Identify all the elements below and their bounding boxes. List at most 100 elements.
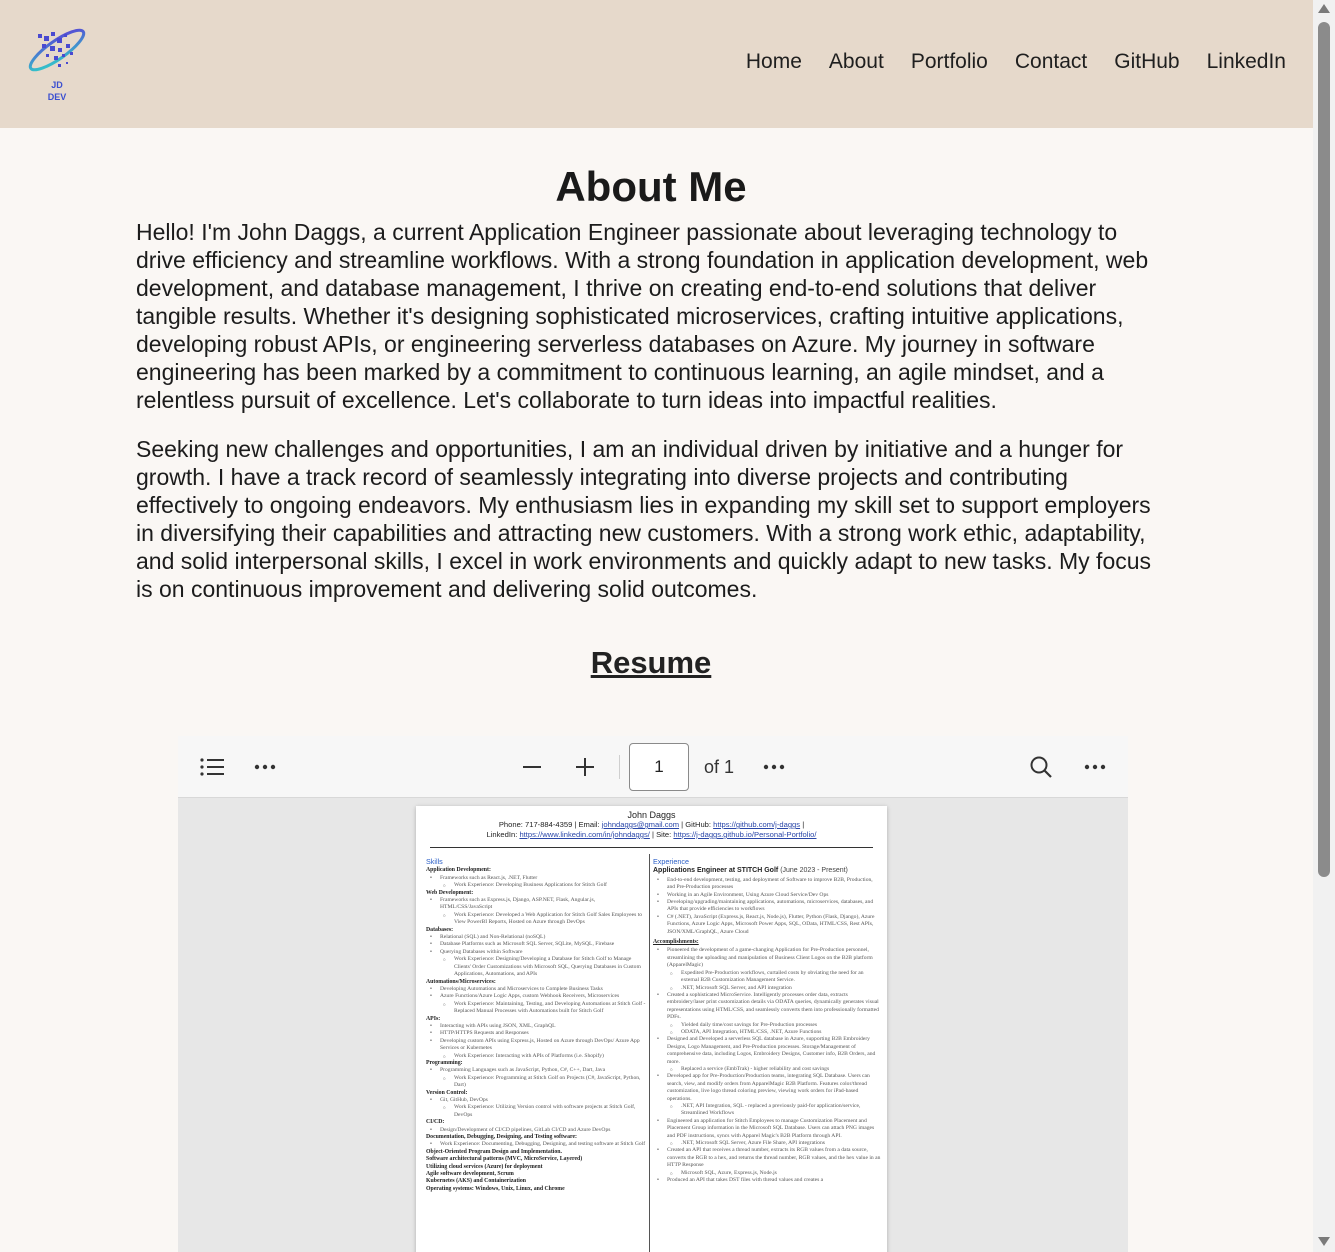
resume-subheading: Programming:: [426, 1059, 463, 1066]
linkedin-link[interactable]: https://www.linkedin.com/in/johndaggs/: [519, 830, 649, 839]
resume-bullet: Pioneered the development of a game-chan…: [653, 947, 881, 969]
resume-bullet: Work Experience: Developing Business App…: [426, 882, 646, 890]
contact-prefix: Phone: 717-884-4359 | Email:: [498, 820, 602, 829]
about-paragraph-2: Seeking new challenges and opportunities…: [136, 436, 1152, 602]
resume-bullet: Working in an Agile Environment, Using A…: [653, 892, 881, 900]
resume-bullet: .NET, Microsoft SQL Server, and API inte…: [653, 985, 881, 993]
resume-bullet: Created a sophisticated MicroService. In…: [653, 992, 881, 1022]
nav-about[interactable]: About: [829, 50, 884, 74]
resume-bullet: Yielded daily time/cost savings for Pre-…: [653, 1022, 881, 1030]
svg-text:JD: JD: [51, 80, 63, 90]
resume-bullet: Developing/upgrading/maintaining applica…: [653, 899, 881, 914]
about-section: About Me Hello! I'm John Daggs, a curren…: [136, 128, 1166, 683]
job-duties-list: End-to-end development, testing, and dep…: [653, 877, 881, 936]
nav-contact[interactable]: Contact: [1015, 50, 1087, 74]
resume-bullet: Created an API that receives a thread nu…: [653, 1147, 881, 1169]
skills-heading: Skills: [426, 857, 443, 866]
linkedin-prefix: LinkedIn:: [486, 830, 520, 839]
about-paragraph-1: Hello! I'm John Daggs, a current Applica…: [136, 219, 1149, 413]
resume-bullet: HTTP/HTTPS Requests and Responses: [426, 1030, 646, 1038]
resume-subheading: Utilizing cloud services (Azure) for dep…: [426, 1163, 543, 1170]
scroll-down-arrow-icon[interactable]: [1318, 1237, 1330, 1246]
nav-portfolio[interactable]: Portfolio: [911, 50, 988, 74]
resume-subheading: Software architectural patterns (MVC, Mi…: [426, 1156, 583, 1163]
more-horizontal-icon[interactable]: [247, 749, 283, 785]
resume-bullet: Frameworks such as Express.js, Django, A…: [426, 897, 646, 912]
job-title-text: Applications Engineer at STITCH Golf: [653, 867, 779, 875]
resume-pdf-page: John Daggs Phone: 717-884-4359 | Email: …: [416, 806, 887, 1252]
resume-bullet: Produced an API that takes DST files wit…: [653, 1177, 881, 1185]
resume-bullet: Work Experience: Developed a Web Applica…: [426, 912, 646, 927]
resume-subheading: CI/CD:: [426, 1119, 445, 1126]
resume-contact-line-1: Phone: 717-884-4359 | Email: johndaggs@g…: [416, 820, 887, 830]
resume-bullet: Developed app for Pre-Production/Product…: [653, 1073, 881, 1103]
zoom-out-minus-icon[interactable]: [514, 749, 550, 785]
resume-subheading: Kubernetes (AKS) and Containerization: [426, 1178, 526, 1185]
resume-bullet: Work Experience: Documenting, Debugging,…: [426, 1141, 646, 1149]
resume-bullet: .NET, API Integration, SQL - replaced a …: [653, 1103, 881, 1118]
github-link[interactable]: https://github.com/j-daggs: [713, 820, 800, 829]
site-header: JD DEV Home About Portfolio Contact GitH…: [0, 0, 1313, 128]
resume-experience-column: Experience Applications Engineer at STIT…: [653, 857, 881, 1185]
pdf-viewer: of 1 John Daggs Phone: 717-884-4359 | Em…: [178, 736, 1128, 1252]
page-title: About Me: [555, 163, 747, 210]
resume-bullet: Work Experience: Utilizing Version contr…: [426, 1104, 646, 1119]
job-title: Applications Engineer at STITCH Golf (Ju…: [653, 867, 881, 874]
resume-bullet: C# (.NET), JavaScript (Express.js, React…: [653, 914, 881, 936]
scrollbar-thumb[interactable]: [1318, 22, 1330, 877]
page-scrollbar[interactable]: [1313, 0, 1335, 1252]
list-icon[interactable]: [194, 749, 230, 785]
page-total-label: of 1: [704, 757, 735, 777]
main-nav: Home About Portfolio Contact GitHub Link…: [719, 50, 1286, 74]
resume-subheading: Application Development:: [426, 867, 491, 874]
resume-bullet: ODATA, API Integration, HTML/CSS, .NET, …: [653, 1029, 881, 1037]
resume-subheading: Automations/Microservices:: [426, 978, 496, 985]
resume-bullet: Expedited Pre-Production workflows, curt…: [653, 970, 881, 985]
nav-github[interactable]: GitHub: [1114, 50, 1179, 74]
resume-divider: [430, 847, 873, 848]
site-link[interactable]: https://j-daggs.github.io/Personal-Portf…: [673, 830, 816, 839]
pdf-toolbar: of 1: [178, 736, 1128, 798]
resume-bullet: Azure Functions/Azure Logic Apps, custom…: [426, 993, 646, 1001]
jd-dev-logo[interactable]: JD DEV: [24, 24, 90, 104]
resume-name: John Daggs: [627, 810, 676, 820]
resume-subheading: Web Development:: [426, 889, 474, 896]
resume-bullet: Engineered an application for Stitch Emp…: [653, 1118, 881, 1140]
resume-heading: Resume: [590, 645, 712, 680]
more-horizontal-icon[interactable]: [1077, 749, 1113, 785]
experience-heading: Experience: [653, 857, 689, 866]
scroll-up-arrow-icon[interactable]: [1318, 4, 1330, 13]
resume-bullet: Work Experience: Programming at Stitch G…: [426, 1075, 646, 1090]
resume-bullet: Work Experience: Designing/Developing a …: [426, 956, 646, 978]
zoom-in-plus-icon[interactable]: [567, 749, 603, 785]
resume-subheading: APIs:: [426, 1015, 441, 1022]
email-link[interactable]: johndaggs@gmail.com: [602, 820, 679, 829]
resume-bullet: Microsoft SQL, Azure, Express.js, Node.j…: [653, 1170, 881, 1178]
resume-contact-line-2: LinkedIn: https://www.linkedin.com/in/jo…: [416, 830, 887, 840]
resume-bullet: Design/Development of CI/CD pipelines, G…: [426, 1127, 646, 1135]
resume-bullet: End-to-end development, testing, and dep…: [653, 877, 881, 892]
svg-text:DEV: DEV: [48, 92, 67, 102]
resume-subheading: Operating systems: Windows, Unix, Linux,…: [426, 1185, 565, 1192]
nav-home[interactable]: Home: [746, 50, 802, 74]
resume-bullet: Work Experience: Interacting with APIs o…: [426, 1053, 646, 1061]
skills-list: Application Development: Frameworks such …: [426, 867, 646, 1193]
resume-column-divider: [649, 854, 650, 1252]
nav-linkedin[interactable]: LinkedIn: [1207, 50, 1286, 74]
site-prefix: | Site:: [649, 830, 674, 839]
resume-subheading: Databases:: [426, 926, 454, 933]
accomplishments-list: Pioneered the development of a game-chan…: [653, 947, 881, 1184]
page-number-input[interactable]: [629, 743, 689, 791]
resume-bullet: Developing custom APIs using Express.js,…: [426, 1038, 646, 1053]
resume-bullet: Database Platforms such as Microsoft SQL…: [426, 941, 646, 949]
resume-bullet: Designed and Developed a serverless SQL …: [653, 1036, 881, 1066]
job-dates: (June 2023 - Present): [780, 867, 848, 875]
search-icon[interactable]: [1023, 749, 1059, 785]
toolbar-divider: [619, 755, 620, 779]
resume-bullet: Interacting with APIs using JSON, XML, G…: [426, 1023, 646, 1031]
github-prefix: | GitHub:: [679, 820, 714, 829]
resume-bullet: Developing Automations and Microservices…: [426, 986, 646, 994]
more-horizontal-icon[interactable]: [756, 749, 792, 785]
accomplishments-heading: Accomplishments:: [653, 939, 699, 946]
resume-bullet: Programming Languages such as JavaScript…: [426, 1067, 646, 1075]
